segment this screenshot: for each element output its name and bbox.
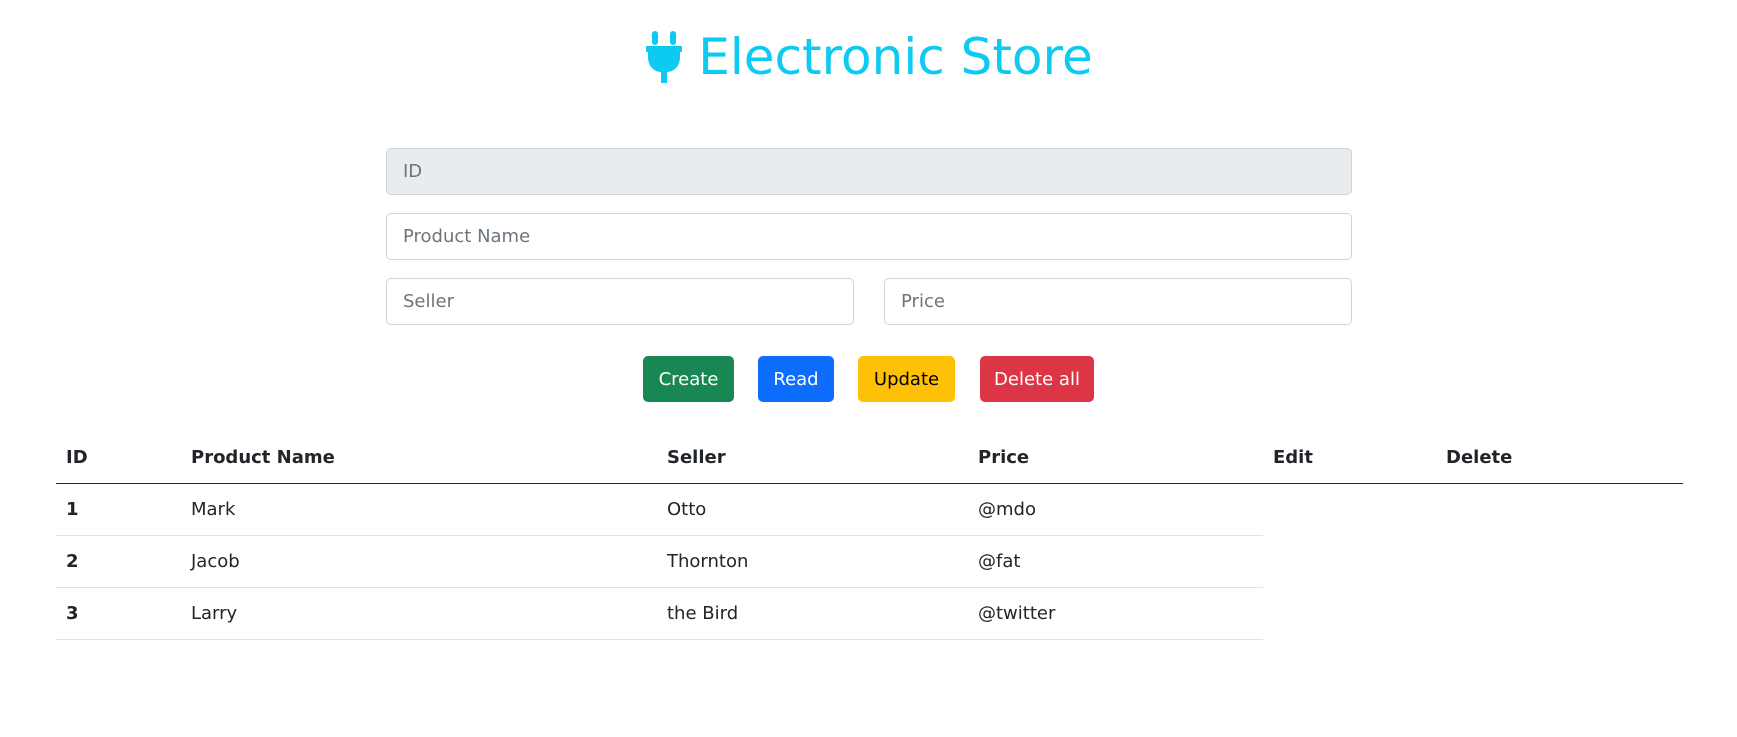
- cell-seller: Otto: [657, 483, 968, 536]
- header-price: Price: [968, 432, 1263, 484]
- cell-seller: the Bird: [657, 587, 968, 640]
- header-delete: Delete: [1436, 432, 1683, 484]
- header-seller: Seller: [657, 432, 968, 484]
- table-row: 3 Larry the Bird @twitter: [56, 587, 1683, 640]
- header-edit: Edit: [1263, 432, 1436, 484]
- cell-name: Jacob: [181, 535, 657, 588]
- header-id: ID: [56, 432, 181, 484]
- table-row: 2 Jacob Thornton @fat: [56, 535, 1683, 588]
- table-header-row: ID Product Name Seller Price Edit Delete: [56, 432, 1683, 484]
- read-button[interactable]: Read: [758, 356, 834, 402]
- table-row: 1 Mark Otto @mdo: [56, 483, 1683, 536]
- product-name-input[interactable]: [386, 213, 1352, 260]
- header-product-name: Product Name: [181, 432, 657, 484]
- cell-price: @twitter: [968, 587, 1263, 640]
- plug-icon: [646, 31, 683, 83]
- cell-id: 2: [56, 535, 181, 588]
- cell-id: 3: [56, 587, 181, 640]
- delete-all-button[interactable]: Delete all: [980, 356, 1094, 402]
- cell-name: Mark: [181, 483, 657, 536]
- cell-price: @mdo: [968, 483, 1263, 536]
- create-button[interactable]: Create: [643, 356, 734, 402]
- cell-name: Larry: [181, 587, 657, 640]
- page-title: Electronic Store: [0, 28, 1737, 86]
- price-input[interactable]: [884, 278, 1352, 325]
- cell-id: 1: [56, 483, 181, 536]
- cell-seller: Thornton: [657, 535, 968, 588]
- id-input[interactable]: [386, 148, 1352, 195]
- products-table: ID Product Name Seller Price Edit Delete…: [56, 432, 1683, 640]
- seller-input[interactable]: [386, 278, 854, 325]
- cell-price: @fat: [968, 535, 1263, 588]
- update-button[interactable]: Update: [858, 356, 955, 402]
- app-title: Electronic Store: [698, 28, 1093, 86]
